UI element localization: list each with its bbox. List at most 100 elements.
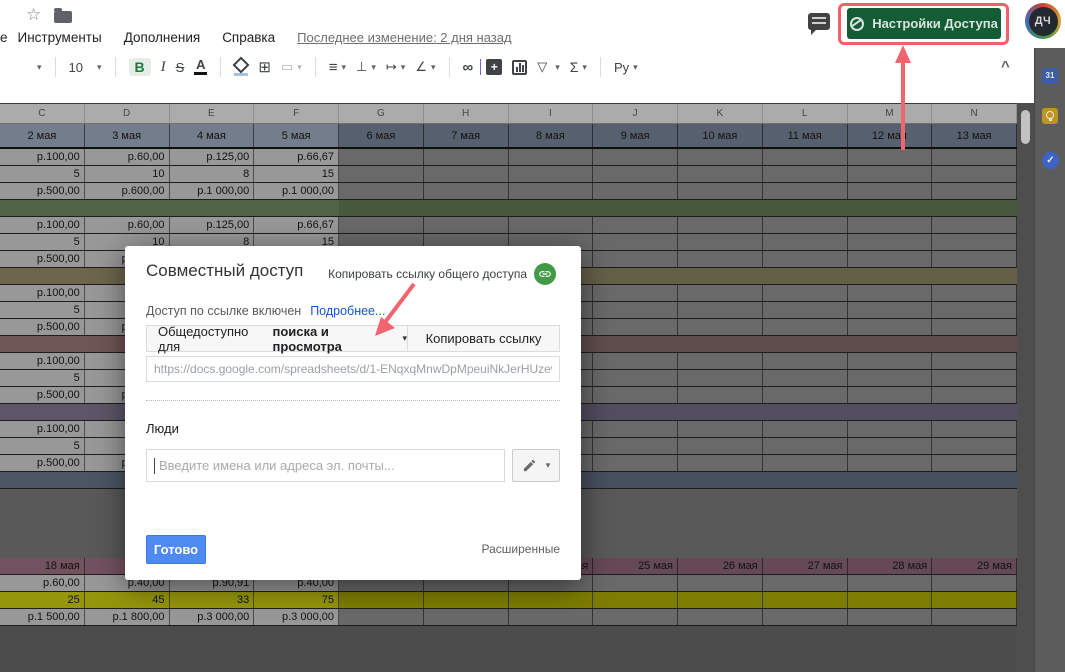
column-header[interactable]: D <box>84 104 170 123</box>
cell[interactable] <box>593 336 678 352</box>
cell[interactable]: 5 <box>0 370 85 386</box>
cell[interactable] <box>0 336 85 352</box>
cell[interactable]: р.500,00 <box>0 251 85 267</box>
comment-icon[interactable] <box>808 13 830 35</box>
cell[interactable]: 33 <box>169 592 255 608</box>
strikethrough-button[interactable]: S <box>176 60 185 75</box>
cell[interactable]: 28 мая <box>847 558 933 574</box>
menu-item-tools[interactable]: Инструменты <box>18 30 102 45</box>
cell[interactable] <box>508 592 594 608</box>
column-header[interactable]: E <box>169 104 255 123</box>
cell[interactable] <box>593 234 678 250</box>
cell[interactable] <box>762 200 848 216</box>
cell[interactable] <box>593 438 678 454</box>
cell[interactable] <box>762 183 848 199</box>
cell[interactable] <box>932 472 1017 488</box>
cell[interactable] <box>593 370 678 386</box>
cell[interactable] <box>339 592 424 608</box>
cell[interactable]: 4 мая <box>169 124 255 147</box>
cell[interactable] <box>593 166 678 182</box>
cell[interactable] <box>593 200 678 216</box>
cell[interactable] <box>678 302 763 318</box>
cell[interactable] <box>678 609 763 625</box>
menu-item-cropped[interactable]: е <box>0 30 8 45</box>
cell[interactable] <box>762 285 848 301</box>
cell[interactable] <box>762 149 848 165</box>
vertical-align-button[interactable]: ⊥ ▾ <box>356 59 376 75</box>
cell[interactable] <box>847 200 933 216</box>
column-header[interactable]: N <box>932 104 1017 123</box>
cell[interactable]: р.1 000,00 <box>169 183 255 199</box>
cell[interactable] <box>593 455 678 471</box>
cell[interactable] <box>508 183 594 199</box>
cell[interactable]: 13 мая <box>932 124 1017 147</box>
cell[interactable] <box>762 575 848 591</box>
borders-button[interactable]: ⊞ <box>258 58 271 76</box>
cell[interactable] <box>932 251 1017 267</box>
cell[interactable] <box>762 609 848 625</box>
cell[interactable]: 10 <box>84 166 170 182</box>
cell[interactable] <box>762 455 848 471</box>
cell[interactable]: 25 мая <box>593 558 678 574</box>
cell[interactable]: р.1 500,00 <box>0 609 85 625</box>
cell[interactable] <box>932 455 1017 471</box>
cell[interactable] <box>593 353 678 369</box>
cell[interactable] <box>847 234 933 250</box>
cell[interactable]: 5 <box>0 166 85 182</box>
cell[interactable]: р.500,00 <box>0 319 85 335</box>
cell[interactable]: р.100,00 <box>0 285 85 301</box>
text-color-button[interactable]: A <box>194 58 208 75</box>
cell[interactable]: р.100,00 <box>0 353 85 369</box>
cell[interactable] <box>762 387 848 403</box>
cell[interactable]: р.500,00 <box>0 455 85 471</box>
cell[interactable] <box>847 455 933 471</box>
column-header[interactable]: C <box>0 104 85 123</box>
py-menu-button[interactable]: Py ▾ <box>614 60 638 75</box>
cell[interactable] <box>932 336 1017 352</box>
menu-item-help[interactable]: Справка <box>222 30 275 45</box>
cell[interactable] <box>678 234 763 250</box>
cell[interactable] <box>339 149 424 165</box>
cell[interactable] <box>508 166 594 182</box>
cell[interactable] <box>678 183 763 199</box>
cell[interactable] <box>423 217 509 233</box>
cell[interactable] <box>339 183 424 199</box>
cell[interactable] <box>847 575 933 591</box>
keep-icon[interactable] <box>1042 108 1058 124</box>
cell[interactable] <box>678 166 763 182</box>
cell[interactable]: 45 <box>84 592 170 608</box>
column-header[interactable]: M <box>847 104 933 123</box>
cell[interactable]: р.60,00 <box>84 149 170 165</box>
cell[interactable] <box>762 353 848 369</box>
cell[interactable]: р.1 800,00 <box>84 609 170 625</box>
cell[interactable] <box>0 200 85 216</box>
cell[interactable] <box>762 472 848 488</box>
cell[interactable] <box>678 455 763 471</box>
cell[interactable] <box>678 592 763 608</box>
cell[interactable] <box>423 183 509 199</box>
cell[interactable] <box>593 575 678 591</box>
cell[interactable]: р.60,00 <box>84 217 170 233</box>
cell[interactable] <box>678 472 763 488</box>
cell[interactable] <box>678 217 763 233</box>
column-header[interactable]: I <box>508 104 594 123</box>
filter-button[interactable]: ▽ ▾ <box>537 59 560 75</box>
cell[interactable] <box>678 575 763 591</box>
visibility-dropdown[interactable]: Общедоступно для поиска и просмотра ▾ <box>147 324 408 354</box>
column-header[interactable]: F <box>254 104 339 123</box>
cell[interactable] <box>678 404 763 420</box>
cell[interactable] <box>847 319 933 335</box>
cell[interactable] <box>339 166 424 182</box>
cell[interactable] <box>593 285 678 301</box>
cell[interactable] <box>0 404 85 420</box>
cell[interactable] <box>762 592 848 608</box>
cell[interactable] <box>762 319 848 335</box>
cell[interactable] <box>508 200 594 216</box>
cell[interactable]: 2 мая <box>0 124 85 147</box>
cell[interactable] <box>847 438 933 454</box>
cell[interactable] <box>593 609 678 625</box>
cell[interactable] <box>593 183 678 199</box>
cell[interactable] <box>847 370 933 386</box>
cell[interactable] <box>932 353 1017 369</box>
share-url-input[interactable] <box>147 357 559 381</box>
